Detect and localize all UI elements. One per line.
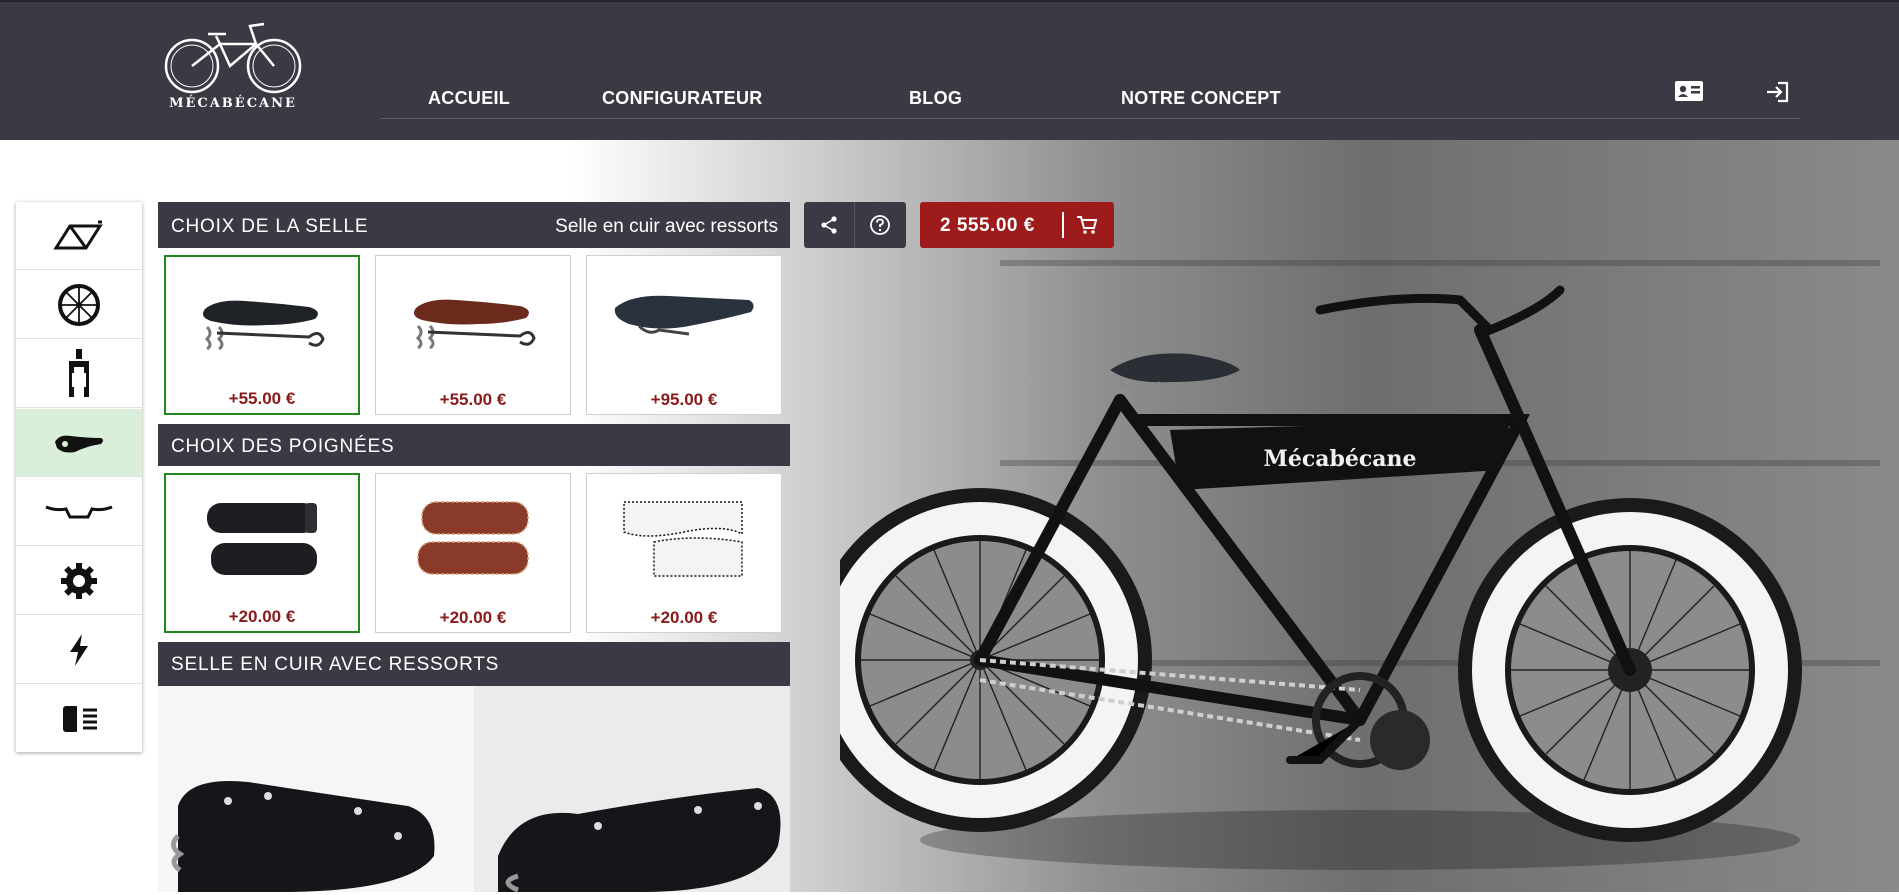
saddle-option-image (166, 267, 358, 377)
saddle-option-price: +95.00 € (650, 390, 718, 409)
detail-section-title: SELLE EN CUIR AVEC RESSORTS (171, 654, 500, 675)
saddle-option-image (376, 266, 570, 376)
grip-option-image (376, 484, 570, 594)
saddle-option-image (587, 266, 781, 376)
saddle-option-card[interactable]: +95.00 € (586, 255, 782, 415)
total-price: 2 555.00 € (940, 215, 1035, 236)
price-divider (1062, 212, 1064, 238)
handlebar-icon (45, 505, 113, 518)
sidebar-item-lights[interactable] (16, 685, 142, 753)
grips-section-title: CHOIX DES POIGNÉES (171, 436, 395, 457)
headlight-icon (63, 706, 97, 732)
sidebar-item-wheel[interactable] (16, 271, 142, 339)
nav-configurateur[interactable]: CONFIGURATEUR (602, 88, 763, 109)
login-icon[interactable] (1764, 80, 1796, 104)
saddle-icon (55, 435, 103, 452)
grip-option-price: +20.00 € (439, 608, 507, 627)
gear-icon (61, 562, 97, 599)
contact-card-icon[interactable] (1674, 80, 1706, 104)
cart-icon (1076, 214, 1098, 241)
frame-icon (53, 220, 103, 249)
share-button[interactable] (804, 202, 854, 248)
bike-brand-label: Mécabécane (1263, 446, 1416, 472)
bike-preview: Mécabécane (808, 270, 1840, 890)
lightning-icon (70, 633, 88, 666)
component-sidebar (16, 202, 142, 752)
help-button[interactable] (854, 202, 905, 248)
saddle-section-header: CHOIX DE LA SELLE Selle en cuir avec res… (158, 202, 790, 248)
wheel-icon (58, 283, 100, 326)
grips-section-header: CHOIX DES POIGNÉES (158, 424, 790, 466)
saddle-option-card[interactable]: +55.00 € (164, 255, 360, 415)
nav-notre-concept[interactable]: NOTRE CONCEPT (1121, 88, 1281, 109)
grip-option-card[interactable]: +20.00 € (164, 473, 360, 633)
bike-illustration: Mécabécane (808, 285, 1802, 870)
selected-saddle-name: Selle en cuir avec ressorts (555, 216, 778, 237)
sidebar-item-saddle[interactable] (16, 409, 142, 477)
sidebar-item-gear[interactable] (16, 547, 142, 615)
saddle-photo-gallery (158, 686, 790, 892)
grip-option-image (166, 485, 358, 595)
main-nav: ACCUEIL CONFIGURATEUR BLOG NOTRE CONCEPT (380, 70, 1800, 119)
bicycle-logo-icon (164, 22, 302, 94)
saddle-option-card[interactable]: +55.00 € (375, 255, 571, 415)
workshop-shelf (1000, 260, 1880, 266)
sidebar-item-fork[interactable] (16, 340, 142, 408)
help-icon (870, 215, 890, 235)
grip-option-card[interactable]: +20.00 € (375, 473, 571, 633)
brand-name: MÉCABÉCANE (169, 96, 297, 111)
tool-buttons (804, 202, 906, 248)
site-header: MÉCABÉCANE ACCUEIL CONFIGURATEUR BLOG NO… (0, 0, 1899, 140)
sidebar-item-handlebar[interactable] (16, 478, 142, 546)
saddle-section-title: CHOIX DE LA SELLE (171, 216, 369, 237)
nav-blog[interactable]: BLOG (909, 88, 962, 109)
saddle-detail-photos (158, 686, 790, 892)
grip-option-price: +20.00 € (228, 607, 296, 626)
saddle-option-price: +55.00 € (228, 389, 296, 408)
sidebar-item-frame[interactable] (16, 202, 142, 270)
share-icon (821, 216, 837, 234)
grip-option-card[interactable]: +20.00 € (586, 473, 782, 633)
saddle-option-price: +55.00 € (439, 390, 507, 409)
fork-icon (69, 348, 89, 397)
grip-option-price: +20.00 € (650, 608, 718, 627)
sidebar-item-motor[interactable] (16, 616, 142, 684)
detail-section-header: SELLE EN CUIR AVEC RESSORTS (158, 642, 790, 686)
brand-logo[interactable]: MÉCABÉCANE (160, 20, 306, 116)
nav-accueil[interactable]: ACCUEIL (428, 88, 510, 109)
add-to-cart-button[interactable]: 2 555.00 € (920, 202, 1114, 248)
grip-option-image (587, 484, 781, 594)
